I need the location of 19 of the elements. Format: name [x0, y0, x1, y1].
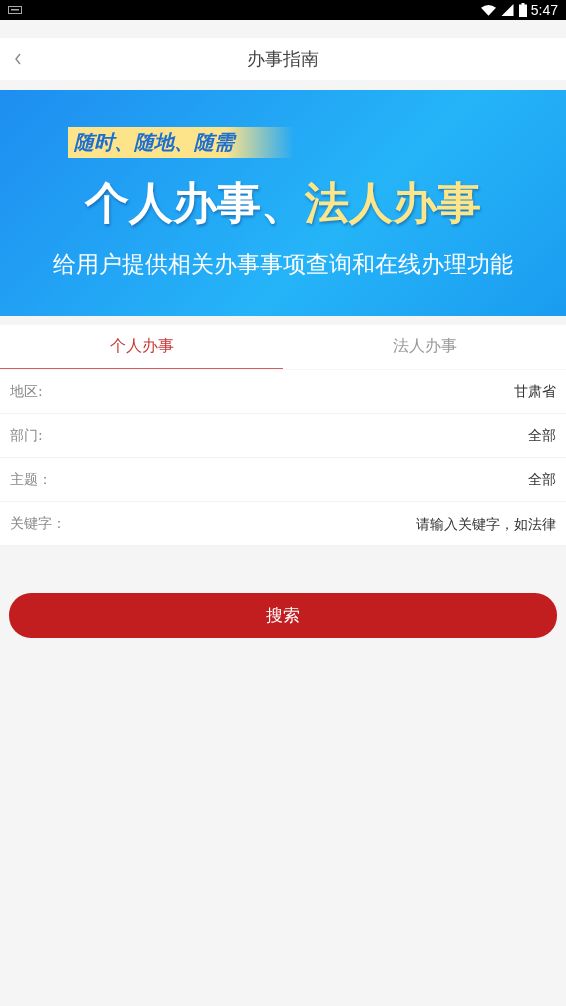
banner-subtitle: 给用户提供相关办事事项查询和在线办理功能	[53, 249, 513, 279]
field-value[interactable]: 全部	[528, 470, 556, 489]
field-value[interactable]: 甘肃省	[514, 382, 556, 401]
battery-icon	[518, 3, 527, 17]
banner-headline: 个人办事、法人办事	[85, 175, 481, 230]
keyboard-icon	[8, 6, 22, 14]
field-label: 地区:	[10, 382, 43, 401]
keyword-input-field[interactable]: 请输入关键字，如法律	[296, 515, 556, 532]
wifi-icon	[480, 4, 496, 16]
field-value[interactable]: 全部	[528, 426, 556, 445]
back-icon[interactable]	[14, 52, 22, 66]
page-title: 办事指南	[247, 47, 319, 71]
status-time: 5:47	[530, 2, 558, 18]
search-button[interactable]: 搜索	[9, 593, 557, 638]
field-label: 主题：	[10, 470, 52, 489]
field-label: 关键字：	[10, 514, 66, 533]
field-label: 部门:	[10, 426, 43, 445]
banner-tagline: 随时、随地、随需	[68, 126, 294, 158]
signal-icon	[499, 4, 515, 16]
